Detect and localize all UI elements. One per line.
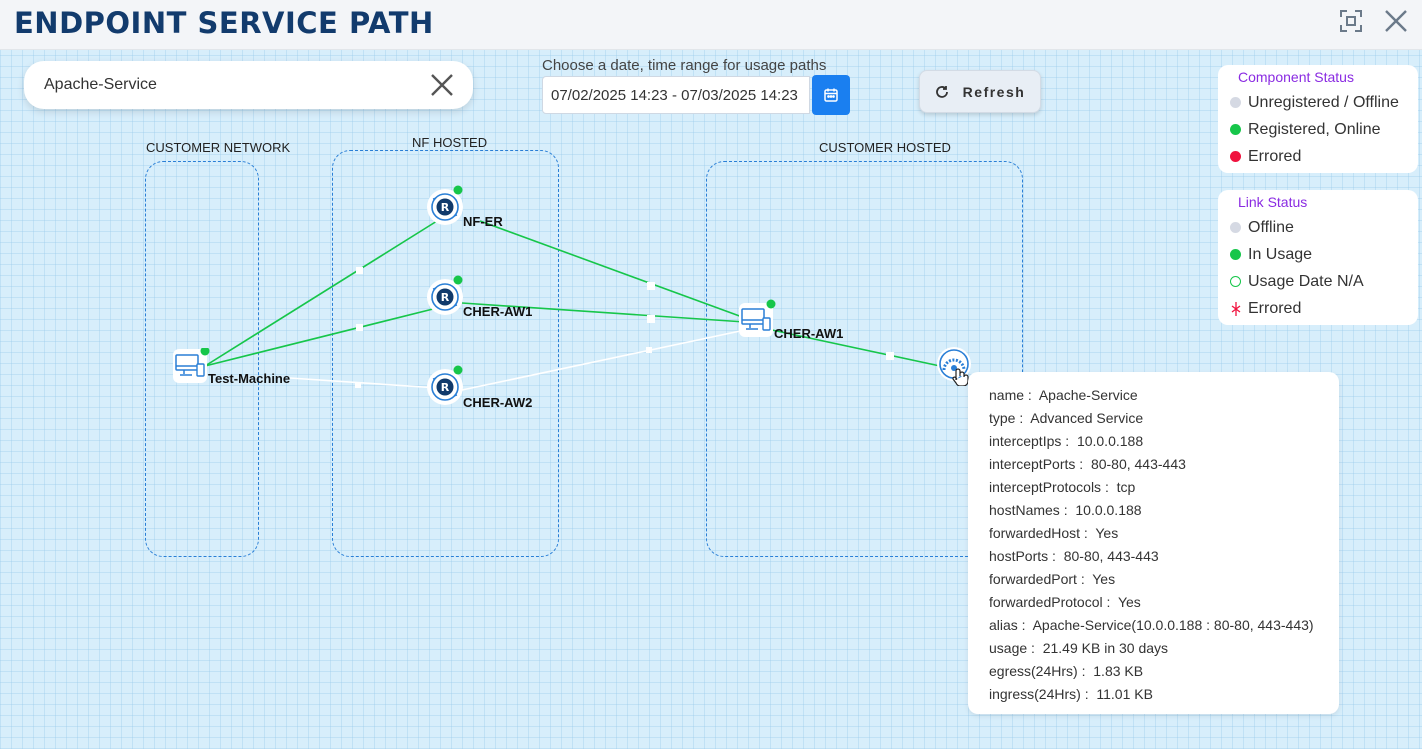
router-icon: R: [427, 365, 463, 405]
node-label-cher-aw2: CHER-AW2: [463, 395, 533, 410]
tooltip-row: forwardedHost : Yes: [989, 525, 1119, 541]
link-midpoint-marker: [355, 382, 361, 388]
link-test-machine-cher-aw1[interactable]: [204, 307, 438, 367]
tooltip-row: hostNames : 10.0.0.188: [989, 502, 1142, 518]
link-test-machine-cher-aw2[interactable]: [289, 377, 439, 389]
tooltip-row: type : Advanced Service: [989, 410, 1144, 426]
tooltip-row: forwardedProtocol : Yes: [989, 594, 1141, 610]
link-midpoint-marker: [647, 315, 655, 323]
online-status-dot: [453, 275, 463, 285]
desktop-computer-icon: [173, 346, 210, 383]
node-test-machine[interactable]: [172, 346, 210, 389]
tooltip-row: ingress(24Hrs) : 11.01 KB: [989, 686, 1153, 702]
link-test-machine-nf-er[interactable]: [204, 220, 438, 367]
svg-text:R: R: [441, 291, 450, 304]
node-label-cher-aw1-host: CHER-AW1: [774, 326, 844, 341]
node-cher-aw1-host[interactable]: [738, 299, 778, 344]
online-status-dot: [453, 365, 463, 375]
router-icon: R: [427, 275, 463, 315]
tooltip-row: interceptProtocols : tcp: [989, 479, 1136, 495]
link-midpoint-marker: [356, 324, 363, 331]
link-midpoint-marker: [886, 352, 894, 360]
tooltip-row: interceptPorts : 80-80, 443-443: [989, 456, 1186, 472]
tooltip-row: usage : 21.49 KB in 30 days: [989, 640, 1169, 656]
online-status-dot: [453, 185, 463, 195]
node-cher-aw2[interactable]: R: [426, 365, 468, 412]
router-icon: R: [427, 185, 463, 225]
svg-text:R: R: [441, 381, 450, 394]
node-label-nf-er: NF-ER: [463, 214, 503, 229]
tooltip-row: hostPorts : 80-80, 443-443: [989, 548, 1159, 564]
link-midpoint-marker: [646, 347, 652, 353]
svg-text:R: R: [441, 201, 450, 214]
node-cher-aw1-router[interactable]: R: [426, 275, 468, 322]
online-status-dot: [766, 299, 776, 309]
link-midpoint-marker: [647, 282, 655, 290]
tooltip-row: forwardedPort : Yes: [989, 571, 1116, 587]
link-midpoint-marker: [356, 267, 363, 274]
tooltip-row: interceptIps : 10.0.0.188: [989, 433, 1144, 449]
desktop-computer-icon: [739, 299, 776, 337]
node-label-test-machine: Test-Machine: [208, 371, 291, 386]
service-details-tooltip: name : Apache-Service type : Advanced Se…: [968, 372, 1339, 714]
tooltip-row: name : Apache-Service: [989, 387, 1138, 403]
node-nf-er[interactable]: R: [426, 185, 468, 232]
node-label-cher-aw1-router: CHER-AW1: [463, 304, 533, 319]
tooltip-row: alias : Apache-Service(10.0.0.188 : 80-8…: [989, 617, 1314, 633]
tooltip-row: egress(24Hrs) : 1.83 KB: [989, 663, 1144, 679]
link-cher-aw2-cher-aw1-host[interactable]: [461, 329, 746, 391]
